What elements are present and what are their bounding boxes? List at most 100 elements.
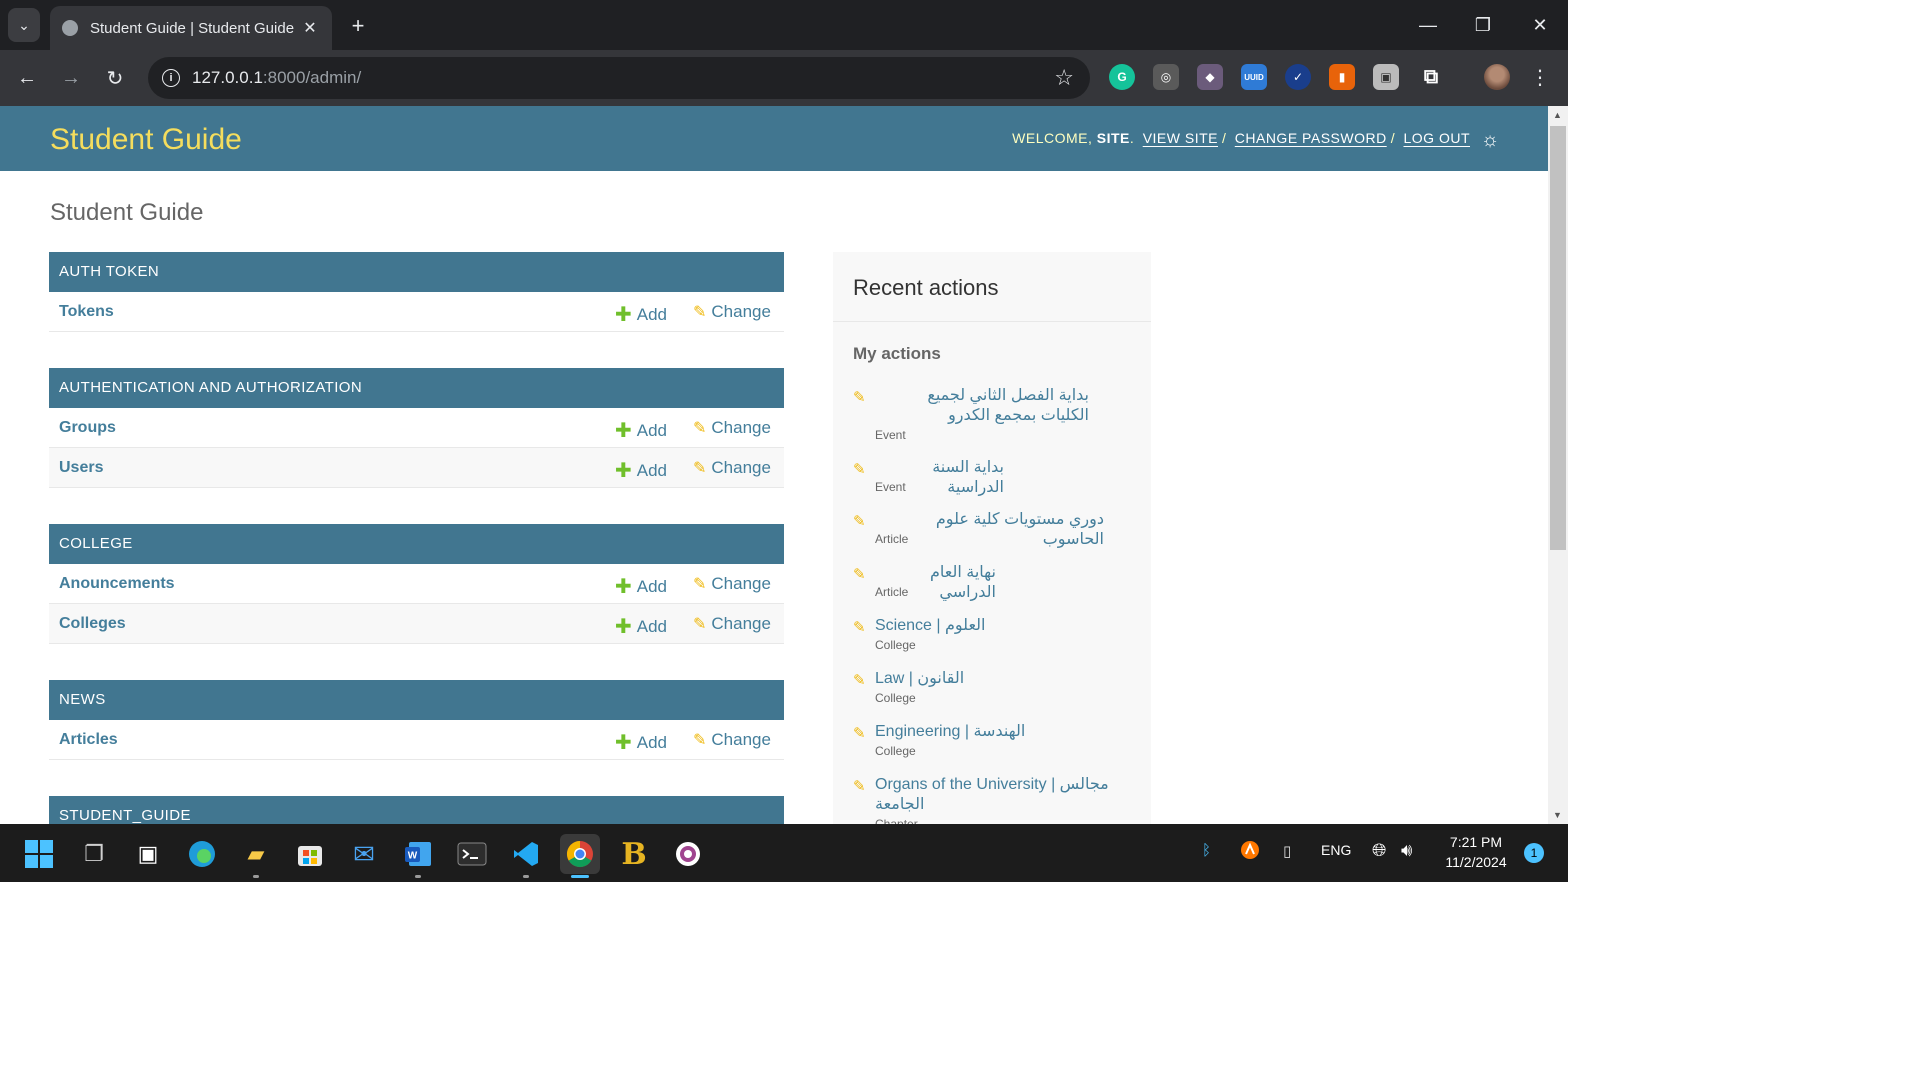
module-caption[interactable]: NEWS <box>49 680 784 720</box>
browser-tab[interactable]: Student Guide | Student Guide ✕ <box>50 6 332 50</box>
recent-action-link[interactable]: Science | العلوم <box>875 616 1125 636</box>
page-scrollbar[interactable]: ▲ ▼ <box>1548 106 1568 824</box>
file-explorer-icon[interactable]: ▰ <box>236 834 276 878</box>
profile-avatar[interactable] <box>1484 64 1510 90</box>
add-colleges-link[interactable]: ✚ Add <box>615 614 667 639</box>
model-row-colleges: Colleges ✚ Add ✎ Change <box>49 604 784 644</box>
edge-browser-icon[interactable] <box>182 834 222 874</box>
analytics-extension-icon[interactable]: ▮ <box>1329 64 1355 90</box>
module-caption[interactable]: AUTH TOKEN <box>49 252 784 292</box>
change-tokens-link[interactable]: ✎ Change <box>693 302 771 322</box>
module-news: NEWS Articles ✚ Add ✎ Change <box>49 680 784 760</box>
reload-button[interactable]: ↻ <box>99 62 131 94</box>
bookmark-star-icon[interactable]: ☆ <box>1054 65 1074 91</box>
pencil-icon: ✎ <box>693 460 707 477</box>
chrome-icon[interactable] <box>560 834 600 878</box>
avast-icon[interactable] <box>1240 840 1260 864</box>
tab-search-button[interactable]: ⌄ <box>8 8 40 42</box>
module-caption[interactable]: COLLEGE <box>49 524 784 564</box>
module-auth-token: AUTH TOKEN Tokens ✚ Add ✎ Change <box>49 252 784 332</box>
model-link-groups[interactable]: Groups <box>59 419 116 437</box>
microsoft-store-icon[interactable] <box>290 834 330 874</box>
recent-action-link[interactable]: بداية الفصل الثاني لجميع الكليات بمجمع ا… <box>875 386 1089 426</box>
input-language[interactable]: ENG <box>1321 842 1351 858</box>
admin-header: Student Guide WELCOME, SITE. VIEW SITE / … <box>0 106 1548 171</box>
model-link-tokens[interactable]: Tokens <box>59 303 114 321</box>
change-articles-link[interactable]: ✎ Change <box>693 730 771 750</box>
add-tokens-link[interactable]: ✚ Add <box>615 302 667 327</box>
word-icon[interactable]: W <box>398 834 438 878</box>
add-plus-icon: ✚ <box>615 460 632 482</box>
grammarly-extension-icon[interactable]: G <box>1109 64 1135 90</box>
recent-action-link[interactable]: Engineering | الهندسة <box>875 722 1125 742</box>
model-row-tokens: Tokens ✚ Add ✎ Change <box>49 292 784 332</box>
change-password-link[interactable]: CHANGE PASSWORD <box>1235 130 1387 146</box>
model-link-anouncements[interactable]: Anouncements <box>59 575 175 593</box>
b-app-icon[interactable]: B <box>614 834 654 874</box>
bluetooth-icon[interactable]: ᛒ <box>1202 842 1211 859</box>
extensions-puzzle-icon[interactable]: ⧉ <box>1418 64 1444 90</box>
chrome-logo <box>566 840 593 868</box>
circle-app-icon[interactable] <box>668 834 708 874</box>
divider <box>833 321 1151 322</box>
close-tab-icon[interactable]: ✕ <box>300 18 320 38</box>
recent-action-link[interactable]: دوري مستويات كلية علوم الحاسوب <box>875 510 1104 550</box>
scroll-up-arrow-icon[interactable]: ▲ <box>1553 110 1562 120</box>
add-articles-link[interactable]: ✚ Add <box>615 730 667 755</box>
desktop-app-icon[interactable]: ▣ <box>128 834 168 874</box>
word-logo: W <box>405 842 431 866</box>
add-users-link[interactable]: ✚ Add <box>615 458 667 483</box>
forward-button[interactable]: → <box>55 62 87 94</box>
browser-toolbar: ← → ↻ i 127.0.0.1:8000/admin/ ☆ G ◎ ◆ UU… <box>0 50 1568 106</box>
uuid-extension-icon[interactable]: UUID <box>1241 64 1267 90</box>
change-colleges-link[interactable]: ✎ Change <box>693 614 771 634</box>
scroll-down-arrow-icon[interactable]: ▼ <box>1553 810 1562 820</box>
recent-action-link[interactable]: Organs of the University | مجالس الجامعة <box>875 775 1111 815</box>
module-caption[interactable]: AUTHENTICATION AND AUTHORIZATION <box>49 368 784 408</box>
recent-action-link[interactable]: Law | القانون <box>875 669 1125 689</box>
recent-action-type: Article <box>875 585 909 599</box>
notification-badge[interactable]: 1 <box>1524 843 1544 863</box>
module-caption[interactable]: STUDENT_GUIDE <box>49 796 784 824</box>
restore-window-button[interactable]: ❐ <box>1463 10 1503 40</box>
change-anouncements-link[interactable]: ✎ Change <box>693 574 771 594</box>
model-link-colleges[interactable]: Colleges <box>59 615 126 633</box>
page-title: Student Guide <box>50 199 204 226</box>
change-users-link[interactable]: ✎ Change <box>693 458 771 478</box>
glasses-extension-icon[interactable]: ◎ <box>1153 64 1179 90</box>
start-button[interactable] <box>19 834 59 874</box>
model-link-users[interactable]: Users <box>59 459 103 477</box>
browser-menu-icon[interactable]: ⋮ <box>1528 64 1552 90</box>
back-button[interactable]: ← <box>11 62 43 94</box>
volume-icon[interactable]: 🔊︎ <box>1401 840 1412 861</box>
model-row-users: Users ✚ Add ✎ Change <box>49 448 784 488</box>
task-view-icon[interactable]: ❐ <box>74 834 114 874</box>
scrollbar-thumb[interactable] <box>1550 126 1566 550</box>
clipboard-extension-icon[interactable]: ▣ <box>1373 64 1399 90</box>
check-extension-icon[interactable]: ✓ <box>1285 64 1311 90</box>
usb-device-icon[interactable]: ▯ <box>1283 842 1291 860</box>
theme-toggle-sun-icon[interactable]: ☼ <box>1480 129 1500 151</box>
view-site-link[interactable]: VIEW SITE <box>1143 130 1218 146</box>
add-anouncements-link[interactable]: ✚ Add <box>615 574 667 599</box>
network-globe-icon[interactable]: 🌐︎ <box>1372 840 1386 861</box>
change-groups-link[interactable]: ✎ Change <box>693 418 771 438</box>
cube-extension-icon[interactable]: ◆ <box>1197 64 1223 90</box>
recent-action-type: Chapter <box>875 817 918 824</box>
terminal-icon[interactable] <box>452 834 492 874</box>
site-info-icon[interactable]: i <box>162 69 180 87</box>
log-out-link[interactable]: LOG OUT <box>1403 130 1470 146</box>
terminal-logo <box>457 842 487 866</box>
pencil-icon: ✎ <box>853 778 866 795</box>
model-link-articles[interactable]: Articles <box>59 731 118 749</box>
system-clock[interactable]: 7:21 PM 11/2/2024 <box>1440 832 1512 872</box>
close-window-button[interactable]: ✕ <box>1520 10 1560 40</box>
add-groups-link[interactable]: ✚ Add <box>615 418 667 443</box>
new-tab-button[interactable]: + <box>344 12 372 40</box>
minimize-window-button[interactable]: — <box>1408 10 1448 40</box>
site-brand[interactable]: Student Guide <box>50 123 242 157</box>
mail-icon[interactable]: ✉ <box>344 834 384 874</box>
recent-action-type: College <box>875 744 916 758</box>
vscode-icon[interactable] <box>506 834 546 878</box>
address-bar[interactable]: i 127.0.0.1:8000/admin/ ☆ <box>148 57 1090 99</box>
